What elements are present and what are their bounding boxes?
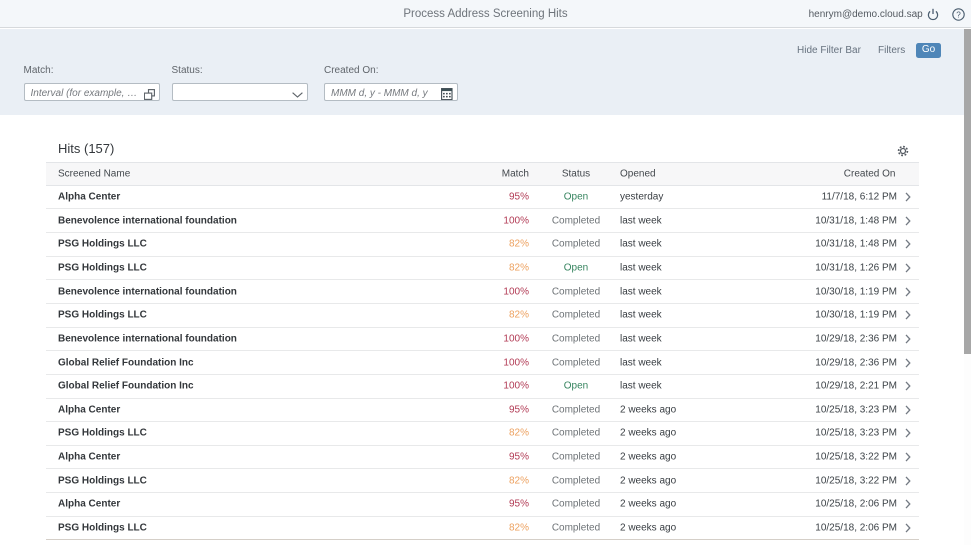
svg-text:?: ? [956, 10, 961, 19]
